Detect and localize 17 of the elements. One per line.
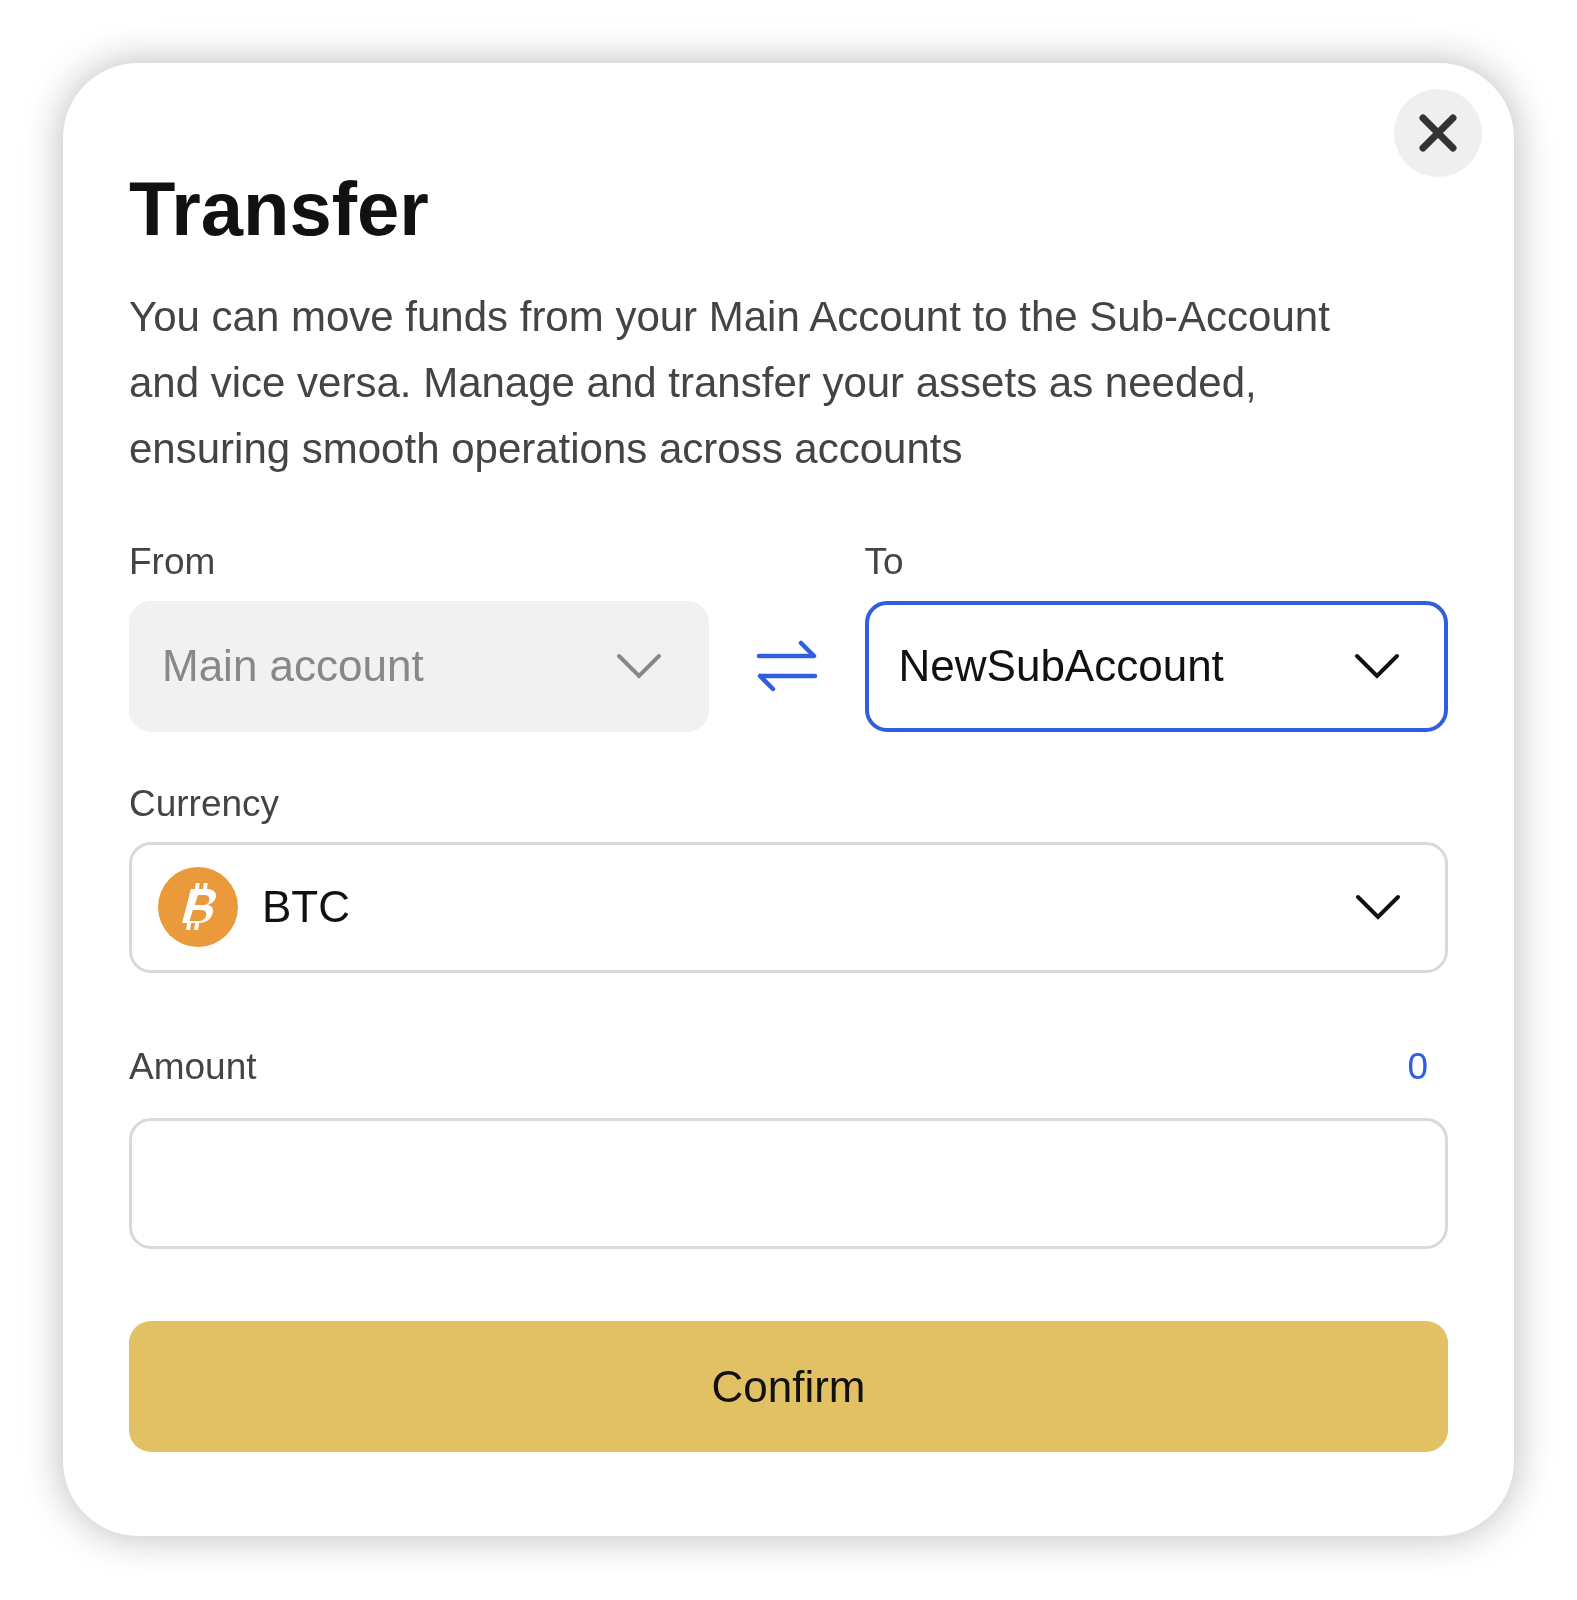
- chevron-down-icon: [1355, 894, 1401, 921]
- chevron-down-icon: [616, 653, 663, 680]
- confirm-button[interactable]: Confirm: [129, 1321, 1448, 1453]
- available-amount[interactable]: 0: [1407, 1038, 1428, 1095]
- chevron-down-icon: [1354, 653, 1400, 680]
- close-icon: [1419, 114, 1457, 152]
- to-label: To: [864, 540, 905, 585]
- swap-icon[interactable]: [755, 639, 819, 694]
- amount-field[interactable]: [129, 1118, 1448, 1250]
- dialog-title: Transfer: [129, 165, 429, 253]
- amount-label: Amount: [129, 1044, 257, 1089]
- from-label: From: [129, 540, 217, 585]
- account-dropdown[interactable]: NewSubAccount: [864, 600, 1448, 732]
- currency-dropdown[interactable]: BTC: [129, 841, 1448, 973]
- description-text: You can move funds from your Main Account to the Sub-Account and vice versa. Manage and transfer your assets as needed, ensuring smooth operations across accounts: [129, 292, 1331, 475]
- bitcoin-icon: [158, 867, 238, 948]
- currency-label: Currency: [129, 781, 281, 826]
